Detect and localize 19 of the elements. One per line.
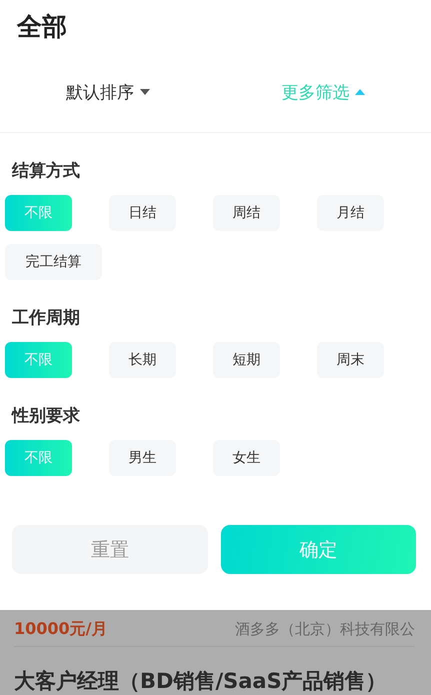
filter-option[interactable]: 日结: [109, 195, 176, 231]
caret-up-icon: [355, 89, 366, 95]
filter-option[interactable]: 完工结算: [5, 244, 102, 280]
sort-tab[interactable]: 默认排序: [0, 80, 216, 104]
page-title: 全部: [16, 11, 68, 43]
filter-option[interactable]: 周末: [317, 342, 384, 378]
salary-text: 10000元/月: [14, 618, 108, 640]
job-title: 大客户经理（BD销售/SaaS产品销售）: [14, 668, 388, 695]
caret-down-icon: [140, 89, 150, 95]
filter-option[interactable]: 月结: [317, 195, 384, 231]
filter-group-title: 工作周期: [11, 307, 81, 330]
filter-option[interactable]: 男生: [109, 440, 176, 476]
filter-option[interactable]: 长期: [109, 342, 176, 378]
filter-group-title: 性别要求: [10, 405, 81, 428]
filter-group-title: 结算方式: [10, 160, 81, 183]
filter-option[interactable]: 周结: [213, 195, 280, 231]
filter-option[interactable]: 短期: [213, 342, 280, 378]
company-name: 酒多多（北京）科技有限公: [235, 620, 415, 638]
filter-option[interactable]: 女生: [213, 440, 280, 476]
